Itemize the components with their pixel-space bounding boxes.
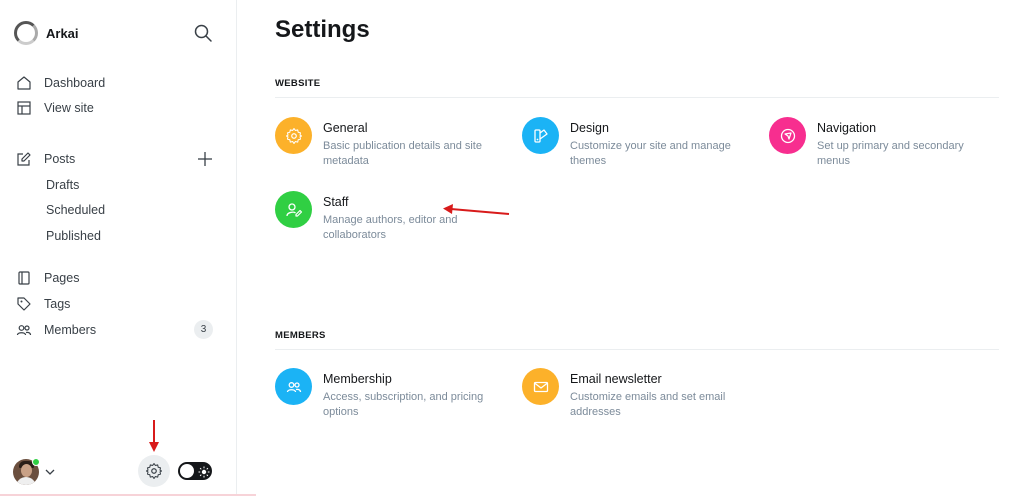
brand-logo [14,21,38,45]
sun-icon [198,465,210,478]
brand[interactable]: Arkai [14,20,79,46]
navigation-icon-circle [769,117,806,154]
theme-toggle[interactable] [178,462,212,480]
sidebar-item-label: Tags [44,297,71,311]
gear-icon [145,462,163,480]
sidebar: Arkai Dashboard View site Posts Drafts S… [0,0,237,496]
staff-icon-circle [275,191,312,228]
card-title: Design [570,121,609,135]
sidebar-item-dashboard[interactable]: Dashboard [16,72,221,94]
section-heading-website: WEBSITE [275,78,999,98]
sidebar-item-label: Members [44,323,97,337]
brand-name: Arkai [46,25,79,41]
search-icon[interactable] [193,23,213,43]
online-status-dot [32,458,40,466]
settings-card-general[interactable]: General Basic publication details and si… [275,117,505,173]
sidebar-item-label: Pages [44,271,80,285]
card-description: Access, subscription, and pricing option… [323,391,484,418]
settings-card-membership[interactable]: Membership Access, subscription, and pri… [275,368,505,424]
sidebar-item-view-site[interactable]: View site [16,97,221,119]
members-count-badge: 3 [194,320,213,339]
card-description: Customize emails and set email addresses [570,391,726,418]
settings-card-email-newsletter[interactable]: Email newsletter Customize emails and se… [522,368,752,424]
settings-card-staff[interactable]: Staff Manage authors, editor and collabo… [275,191,505,247]
card-description: Set up primary and secondary menus [817,140,964,167]
page-title: Settings [275,16,370,43]
sidebar-item-tags[interactable]: Tags [16,293,221,315]
sidebar-item-drafts[interactable]: Drafts [46,175,79,195]
sidebar-item-members[interactable]: Members [16,319,221,341]
annotation-arrow-down [149,420,159,452]
sidebar-item-label: Dashboard [44,76,106,90]
card-title: Navigation [817,121,877,135]
annotation-arrow-left [443,204,510,215]
general-icon-circle [275,117,312,154]
card-description: Customize your site and manage themes [570,140,731,167]
layout-icon [16,100,32,116]
membership-icon-circle [275,368,312,405]
add-post-icon[interactable] [197,151,213,167]
card-title: Staff [323,195,349,209]
chevron-down-icon[interactable] [44,465,56,477]
edit-icon [16,151,32,167]
sidebar-item-label: Posts [44,152,76,166]
sidebar-item-pages[interactable]: Pages [16,267,221,289]
card-description: Basic publication details and site metad… [323,140,482,167]
settings-card-design[interactable]: Design Customize your site and manage th… [522,117,752,173]
page-icon [16,270,32,286]
design-icon-circle [522,117,559,154]
home-icon [16,75,32,91]
gear-icon [285,127,303,145]
sidebar-item-posts[interactable]: Posts [16,148,221,170]
user-edit-icon [285,201,303,219]
members-icon [285,378,303,396]
sidebar-item-published[interactable]: Published [46,226,101,246]
settings-card-navigation[interactable]: Navigation Set up primary and secondary … [769,117,999,173]
settings-button[interactable] [138,455,170,487]
sidebar-item-scheduled[interactable]: Scheduled [46,200,105,220]
envelope-icon [532,378,550,396]
tag-icon [16,296,32,312]
card-title: General [323,121,368,135]
brush-icon [532,127,550,145]
card-title: Membership [323,372,392,386]
sidebar-item-label: View site [44,101,94,115]
members-icon [16,322,32,338]
section-heading-members: MEMBERS [275,330,999,350]
card-title: Email newsletter [570,372,662,386]
compass-icon [779,127,797,145]
email-icon-circle [522,368,559,405]
